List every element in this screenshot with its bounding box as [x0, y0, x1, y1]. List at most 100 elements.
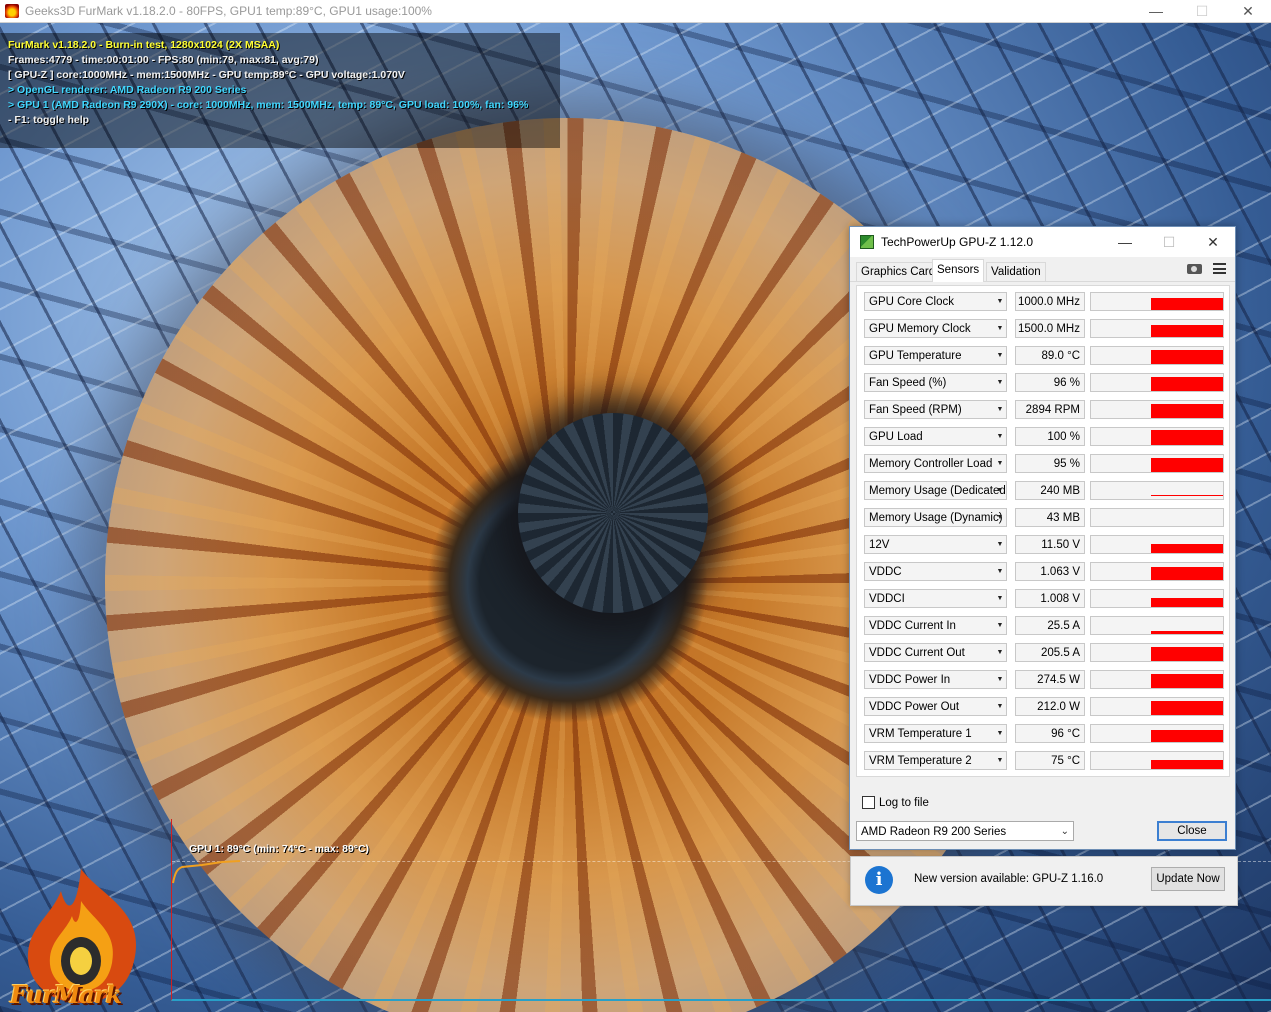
- sensor-row: Memory Usage (Dynamic) ▼ 43 MB: [864, 508, 1224, 529]
- log-to-file-checkbox[interactable]: [862, 796, 875, 809]
- dropdown-arrow-icon[interactable]: ▼: [994, 292, 1006, 311]
- sensor-graph-fill: [1151, 701, 1223, 715]
- sensor-row: VRM Temperature 2 ▼ 75 °C: [864, 751, 1224, 772]
- sensor-value: 205.5 A: [1015, 643, 1085, 662]
- sensor-name-dropdown[interactable]: VRM Temperature 1: [864, 724, 1007, 743]
- sensor-graph-fill: [1151, 730, 1223, 742]
- sensor-graph: [1090, 643, 1224, 662]
- gpu-select-value: AMD Radeon R9 200 Series: [861, 826, 1007, 838]
- dropdown-arrow-icon[interactable]: ▼: [994, 697, 1006, 716]
- sensor-row: VDDC ▼ 1.063 V: [864, 562, 1224, 583]
- sensor-name-dropdown[interactable]: Fan Speed (RPM): [864, 400, 1007, 419]
- sensor-value: 95 %: [1015, 454, 1085, 473]
- chevron-down-icon: ⌄: [1060, 826, 1069, 837]
- sensor-row: GPU Memory Clock ▼ 1500.0 MHz: [864, 319, 1224, 340]
- sensor-name-dropdown[interactable]: VDDC Current Out: [864, 643, 1007, 662]
- gpuz-close-window-button[interactable]: ✕: [1191, 227, 1235, 257]
- tab-validation[interactable]: Validation: [986, 262, 1046, 281]
- hud-help-line: - F1: toggle help: [8, 114, 90, 126]
- camera-icon[interactable]: [1187, 264, 1202, 274]
- dropdown-arrow-icon[interactable]: ▼: [994, 508, 1006, 527]
- sensor-value: 1.008 V: [1015, 589, 1085, 608]
- sensor-value: 43 MB: [1015, 508, 1085, 527]
- sensor-row: VRM Temperature 1 ▼ 96 °C: [864, 724, 1224, 745]
- sensor-value: 1.063 V: [1015, 562, 1085, 581]
- gpuz-app-icon: [860, 235, 874, 249]
- dropdown-arrow-icon[interactable]: ▼: [994, 724, 1006, 743]
- sensor-graph-fill: [1151, 350, 1223, 364]
- dropdown-arrow-icon[interactable]: ▼: [994, 346, 1006, 365]
- gpuz-maximize-button[interactable]: ☐: [1147, 227, 1191, 257]
- sensor-name-dropdown[interactable]: Memory Usage (Dedicated): [864, 481, 1007, 500]
- sensor-name-dropdown[interactable]: VDDCI: [864, 589, 1007, 608]
- dropdown-arrow-icon[interactable]: ▼: [994, 535, 1006, 554]
- sensor-row: GPU Temperature ▼ 89.0 °C: [864, 346, 1224, 367]
- sensor-name-dropdown[interactable]: VDDC Power Out: [864, 697, 1007, 716]
- log-to-file-option[interactable]: Log to file: [862, 796, 929, 809]
- update-now-button[interactable]: Update Now: [1151, 867, 1225, 891]
- minimize-button[interactable]: —: [1133, 0, 1179, 22]
- sensor-name-dropdown[interactable]: Memory Controller Load: [864, 454, 1007, 473]
- sensor-row: VDDC Current Out ▼ 205.5 A: [864, 643, 1224, 664]
- dropdown-arrow-icon[interactable]: ▼: [994, 562, 1006, 581]
- dropdown-arrow-icon[interactable]: ▼: [994, 670, 1006, 689]
- sensor-graph-fill: [1151, 325, 1223, 337]
- gpuz-minimize-button[interactable]: —: [1103, 227, 1147, 257]
- sensor-name-dropdown[interactable]: GPU Temperature: [864, 346, 1007, 365]
- close-button-gpuz[interactable]: Close: [1157, 821, 1227, 841]
- sensor-row: Fan Speed (RPM) ▼ 2894 RPM: [864, 400, 1224, 421]
- sensor-value: 240 MB: [1015, 481, 1085, 500]
- dropdown-arrow-icon[interactable]: ▼: [994, 481, 1006, 500]
- sensor-row: VDDC Current In ▼ 25.5 A: [864, 616, 1224, 637]
- sensor-graph-fill: [1151, 298, 1223, 310]
- sensor-row: GPU Load ▼ 100 %: [864, 427, 1224, 448]
- dropdown-arrow-icon[interactable]: ▼: [994, 616, 1006, 635]
- sensor-graph: [1090, 346, 1224, 365]
- sensor-name-dropdown[interactable]: VDDC Current In: [864, 616, 1007, 635]
- sensor-name-dropdown[interactable]: 12V: [864, 535, 1007, 554]
- dropdown-arrow-icon[interactable]: ▼: [994, 589, 1006, 608]
- dropdown-arrow-icon[interactable]: ▼: [994, 454, 1006, 473]
- dropdown-arrow-icon[interactable]: ▼: [994, 319, 1006, 338]
- update-message: New version available: GPU-Z 1.16.0: [914, 873, 1104, 885]
- sensor-name-dropdown[interactable]: VDDC Power In: [864, 670, 1007, 689]
- furmark-app-icon: [5, 4, 19, 18]
- sensor-value: 100 %: [1015, 427, 1085, 446]
- sensor-graph: [1090, 616, 1224, 635]
- menu-icon[interactable]: [1213, 263, 1226, 274]
- tab-sensors[interactable]: Sensors: [932, 259, 985, 282]
- dropdown-arrow-icon[interactable]: ▼: [994, 751, 1006, 770]
- furmark-logo-text: FurMark: [10, 980, 122, 1009]
- gpu-select-dropdown[interactable]: AMD Radeon R9 200 Series ⌄: [856, 821, 1074, 841]
- sensor-graph: [1090, 427, 1224, 446]
- dropdown-arrow-icon[interactable]: ▼: [994, 400, 1006, 419]
- sensor-row: Fan Speed (%) ▼ 96 %: [864, 373, 1224, 394]
- sensor-value: 75 °C: [1015, 751, 1085, 770]
- sensor-value: 96 °C: [1015, 724, 1085, 743]
- sensor-name-dropdown[interactable]: VRM Temperature 2: [864, 751, 1007, 770]
- sensor-graph: [1090, 319, 1224, 338]
- sensor-graph-fill: [1151, 495, 1223, 496]
- sensor-name-dropdown[interactable]: Fan Speed (%): [864, 373, 1007, 392]
- dropdown-arrow-icon[interactable]: ▼: [994, 373, 1006, 392]
- sensor-name-dropdown[interactable]: GPU Load: [864, 427, 1007, 446]
- sensor-name-dropdown[interactable]: Memory Usage (Dynamic): [864, 508, 1007, 527]
- dropdown-arrow-icon[interactable]: ▼: [994, 427, 1006, 446]
- sensor-graph-fill: [1151, 674, 1223, 688]
- maximize-button[interactable]: ☐: [1179, 0, 1225, 22]
- sensor-name-dropdown[interactable]: VDDC: [864, 562, 1007, 581]
- sensor-row: VDDC Power Out ▼ 212.0 W: [864, 697, 1224, 718]
- temperature-graph-curve: [172, 860, 241, 884]
- sensor-row: Memory Controller Load ▼ 95 %: [864, 454, 1224, 475]
- close-button[interactable]: ✕: [1225, 0, 1271, 22]
- tab-graphics-card[interactable]: Graphics Card: [856, 262, 941, 281]
- sensor-graph-fill: [1151, 544, 1223, 553]
- sensor-name-dropdown[interactable]: GPU Memory Clock: [864, 319, 1007, 338]
- info-icon: i: [865, 866, 893, 894]
- sensor-name-dropdown[interactable]: GPU Core Clock: [864, 292, 1007, 311]
- dropdown-arrow-icon[interactable]: ▼: [994, 643, 1006, 662]
- sensor-graph-fill: [1151, 598, 1223, 607]
- update-notice: i New version available: GPU-Z 1.16.0 Up…: [850, 856, 1238, 906]
- sensor-value: 1500.0 MHz: [1015, 319, 1085, 338]
- sensor-graph-fill: [1151, 647, 1223, 661]
